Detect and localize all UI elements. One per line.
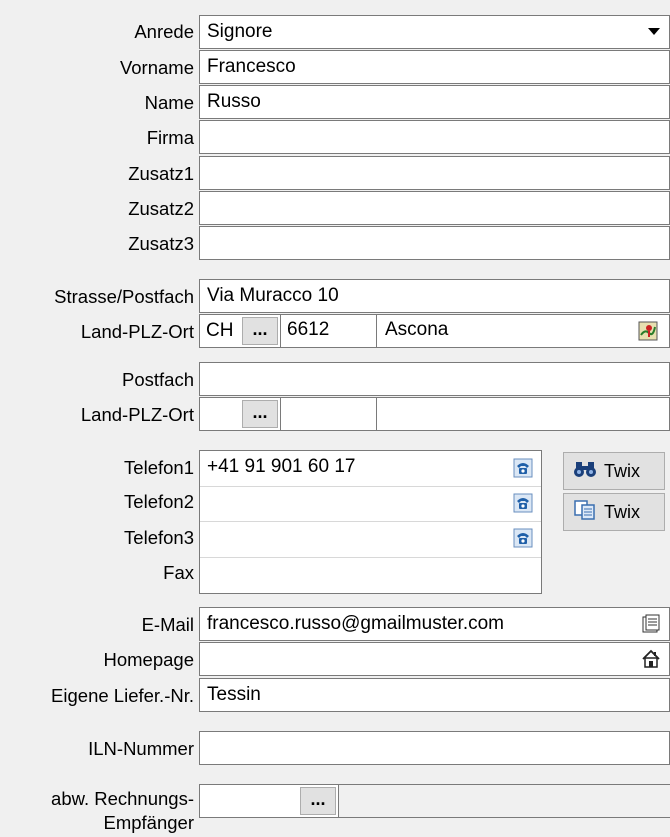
label-zusatz1: Zusatz1 — [128, 163, 194, 184]
twix-copy-label: Twix — [604, 501, 640, 522]
postfach-field[interactable] — [199, 362, 670, 396]
abw-lookup-button[interactable]: ... — [300, 787, 336, 815]
email-field[interactable]: francesco.russo@gmailmuster.com — [199, 607, 670, 641]
land-plz-ort-row-2: ... — [199, 397, 670, 431]
name-field[interactable]: Russo — [199, 85, 670, 119]
chevron-down-icon[interactable] — [641, 18, 667, 46]
abw-rechnungs-empfaenger-field[interactable]: ... — [199, 784, 339, 818]
label-email: E-Mail — [141, 614, 194, 635]
iln-field[interactable] — [199, 731, 670, 765]
label-zusatz3: Zusatz3 — [128, 233, 194, 254]
plz-field-2[interactable] — [280, 398, 376, 430]
land-lookup-button[interactable]: ... — [242, 317, 278, 345]
map-icon[interactable] — [637, 320, 659, 342]
label-homepage: Homepage — [103, 649, 194, 670]
label-telefon1: Telefon1 — [124, 457, 194, 478]
homepage-field[interactable] — [199, 642, 670, 676]
phone-icon[interactable] — [512, 457, 534, 479]
firma-field[interactable] — [199, 120, 670, 154]
label-telefon2: Telefon2 — [124, 491, 194, 512]
vorname-field[interactable]: Francesco — [199, 50, 670, 84]
twix-copy-button[interactable]: Twix — [563, 493, 665, 531]
zusatz2-field[interactable] — [199, 191, 670, 225]
telefon1-value: +41 91 901 60 17 — [207, 456, 356, 477]
phone-group: +41 91 901 60 17 — [199, 450, 542, 594]
label-iln: ILN-Nummer — [88, 738, 194, 759]
email-value: francesco.russo@gmailmuster.com — [207, 613, 504, 634]
copy-icon — [574, 499, 596, 525]
binoculars-icon — [574, 460, 596, 483]
home-icon[interactable] — [640, 648, 662, 670]
twix-search-button[interactable]: Twix — [563, 452, 665, 490]
label-name: Name — [144, 92, 194, 113]
fax-field[interactable] — [200, 557, 541, 591]
label-land-plz-ort-2: Land-PLZ-Ort — [80, 404, 194, 425]
label-abw-empfaenger: Empfänger — [103, 812, 195, 833]
telefon3-field[interactable] — [200, 521, 541, 555]
label-land-plz-ort: Land-PLZ-Ort — [80, 321, 194, 342]
phone-icon[interactable] — [512, 492, 534, 514]
label-liefer-nr: Eigene Liefer.-Nr. — [51, 685, 194, 706]
land-field[interactable]: CH — [206, 315, 233, 347]
strasse-field[interactable]: Via Muracco 10 — [199, 279, 670, 313]
phone-icon[interactable] — [512, 527, 534, 549]
anrede-value: Signore — [207, 21, 273, 42]
email-icon[interactable] — [640, 613, 662, 635]
liefer-nr-field[interactable]: Tessin — [199, 678, 670, 712]
abw-name-display — [339, 784, 670, 818]
telefon1-field[interactable]: +41 91 901 60 17 — [200, 451, 541, 485]
anrede-select[interactable]: Signore — [199, 15, 670, 49]
twix-search-label: Twix — [604, 460, 640, 481]
label-telefon3: Telefon3 — [124, 527, 194, 548]
label-zusatz2: Zusatz2 — [128, 198, 194, 219]
ort-field[interactable]: Ascona — [376, 315, 666, 347]
label-firma: Firma — [146, 127, 194, 148]
zusatz3-field[interactable] — [199, 226, 670, 260]
land-plz-ort-row: CH ... 6612 Ascona — [199, 314, 670, 348]
label-fax: Fax — [163, 562, 194, 583]
label-postfach: Postfach — [122, 369, 194, 390]
label-anrede: Anrede — [134, 21, 194, 42]
label-abw-rechnungs: abw. Rechnungs- — [51, 788, 194, 809]
plz-field[interactable]: 6612 — [280, 315, 376, 347]
label-vorname: Vorname — [119, 57, 194, 78]
ort-field-2[interactable] — [376, 398, 669, 430]
telefon2-field[interactable] — [200, 486, 541, 520]
zusatz1-field[interactable] — [199, 156, 670, 190]
land-lookup-button-2[interactable]: ... — [242, 400, 278, 428]
label-strasse: Strasse/Postfach — [54, 286, 194, 307]
